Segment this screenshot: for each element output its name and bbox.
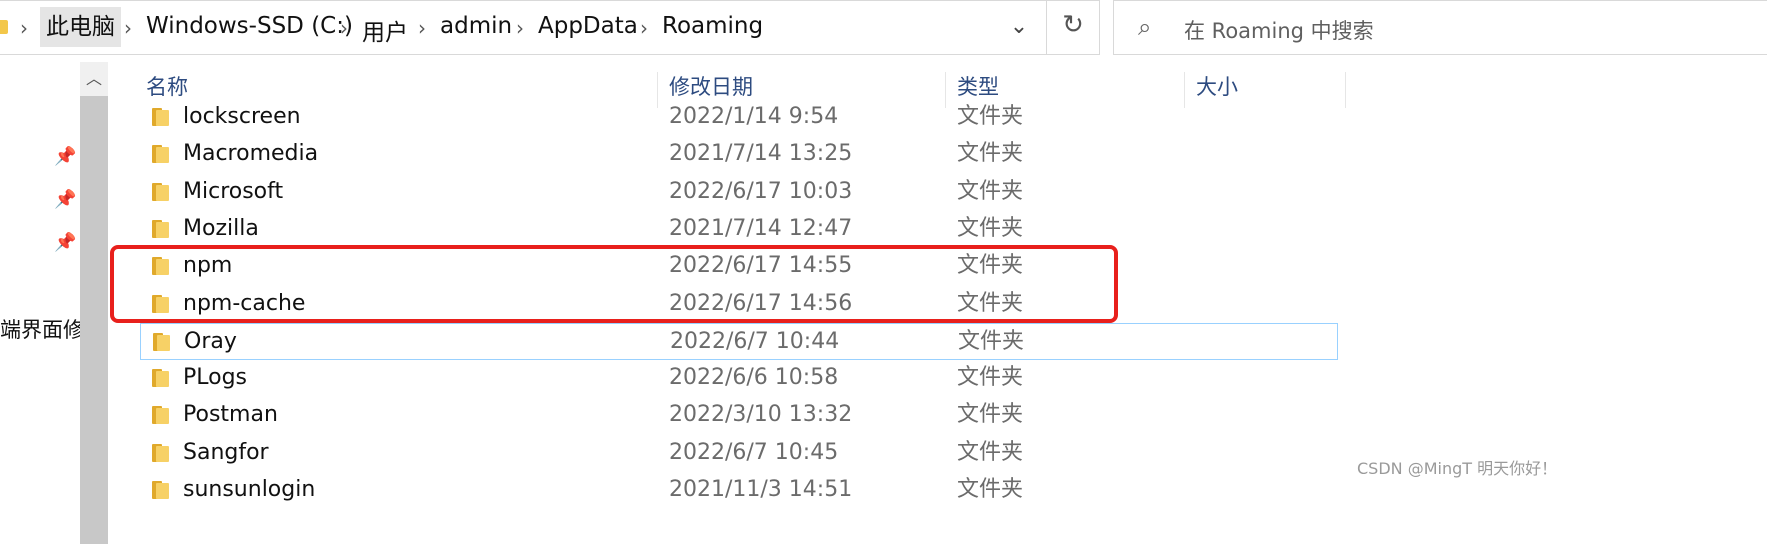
breadcrumb-separator[interactable]: › — [640, 16, 648, 40]
file-name: Sangfor — [183, 439, 269, 465]
breadcrumb-separator[interactable]: › — [20, 16, 28, 40]
refresh-icon[interactable]: ↻ — [1056, 10, 1090, 44]
file-type: 文件夹 — [957, 477, 1024, 502]
breadcrumb-drive-c[interactable]: Windows-SSD (C:) — [146, 13, 353, 39]
breadcrumb-appdata[interactable]: AppData — [538, 13, 638, 39]
breadcrumb-this-pc[interactable]: 此电脑 — [40, 7, 121, 47]
file-row[interactable]: npm-cache 2022/6/17 14:56 文件夹 — [140, 286, 1338, 323]
file-name: npm — [183, 253, 233, 279]
toolbar: › 此电脑 › Windows-SSD (C:) › 用户 › admin › … — [0, 0, 1767, 62]
breadcrumb-separator[interactable]: › — [340, 16, 348, 40]
nav-item-label[interactable]: 端界面修 — [0, 314, 80, 344]
file-name: Macromedia — [183, 141, 319, 167]
file-name: Microsoft — [183, 178, 284, 204]
folder-icon — [152, 294, 170, 313]
breadcrumb-separator[interactable]: › — [124, 16, 132, 40]
file-type: 文件夹 — [957, 290, 1024, 316]
file-type: 文件夹 — [957, 104, 1024, 129]
folder-icon — [153, 332, 171, 351]
file-row[interactable]: npm 2022/6/17 14:55 文件夹 — [140, 248, 1338, 285]
scroll-up-icon[interactable]: ︿ — [80, 62, 108, 96]
file-row[interactable]: lockscreen 2022/1/14 9:54 文件夹 — [140, 99, 1338, 136]
file-modified-date: 2022/6/17 14:56 — [669, 290, 853, 316]
pin-icon[interactable]: 📌 — [54, 189, 76, 210]
file-modified-date: 2022/6/17 10:03 — [669, 178, 853, 204]
file-modified-date: 2022/1/14 9:54 — [669, 104, 839, 129]
file-row[interactable]: Mozilla 2021/7/14 12:47 文件夹 — [140, 211, 1338, 248]
folder-icon — [152, 145, 170, 164]
breadcrumb-separator[interactable]: › — [516, 16, 524, 40]
pin-icon[interactable]: 📌 — [54, 232, 76, 253]
file-row[interactable]: Postman 2022/3/10 13:32 文件夹 — [140, 397, 1338, 434]
file-row[interactable]: Macromedia 2021/7/14 13:25 文件夹 — [140, 136, 1338, 173]
folder-icon — [0, 20, 8, 34]
scrollbar-track[interactable] — [80, 62, 108, 544]
file-modified-date: 2021/11/3 14:51 — [669, 477, 853, 502]
file-name: npm-cache — [183, 290, 306, 316]
folder-icon — [152, 108, 170, 126]
file-name: sunsunlogin — [183, 477, 316, 502]
search-box[interactable]: ⌕ 在 Roaming 中搜索 — [1113, 0, 1767, 55]
watermark: CSDN @MingT 明天你好！ — [1357, 459, 1558, 478]
address-bar[interactable]: › 此电脑 › Windows-SSD (C:) › 用户 › admin › … — [0, 0, 1100, 55]
divider — [1046, 0, 1047, 55]
folder-icon — [152, 257, 170, 276]
breadcrumb-roaming[interactable]: Roaming — [662, 13, 763, 39]
file-modified-date: 2022/6/17 14:55 — [669, 253, 853, 279]
file-modified-date: 2022/6/6 10:58 — [669, 365, 839, 391]
file-type: 文件夹 — [957, 178, 1024, 204]
file-modified-date: 2022/3/10 13:32 — [669, 402, 853, 428]
chevron-down-icon[interactable]: ⌄ — [1004, 14, 1034, 44]
file-row[interactable]: Oray 2022/6/7 10:44 文件夹 — [140, 322, 1338, 360]
breadcrumb-users[interactable]: 用户 — [362, 13, 408, 47]
folder-icon — [152, 219, 170, 238]
search-icon: ⌕ — [1138, 13, 1152, 41]
file-modified-date: 2022/6/7 10:45 — [669, 439, 839, 465]
file-row[interactable]: Microsoft 2022/6/17 10:03 文件夹 — [140, 174, 1338, 211]
folder-icon — [152, 481, 170, 499]
file-type: 文件夹 — [957, 439, 1024, 465]
file-modified-date: 2022/6/7 10:44 — [670, 328, 840, 354]
file-name: lockscreen — [183, 104, 301, 129]
file-row[interactable]: PLogs 2022/6/6 10:58 文件夹 — [140, 360, 1338, 397]
breadcrumb-admin[interactable]: admin — [440, 13, 512, 39]
file-type: 文件夹 — [957, 215, 1024, 241]
file-row[interactable]: Sangfor 2022/6/7 10:45 文件夹 — [140, 435, 1338, 472]
folder-icon — [152, 369, 170, 388]
file-name: Postman — [183, 402, 278, 428]
pin-icon[interactable]: 📌 — [54, 146, 76, 167]
search-placeholder[interactable]: 在 Roaming 中搜索 — [1184, 15, 1374, 45]
file-type: 文件夹 — [958, 328, 1025, 354]
file-name: Oray — [184, 328, 237, 354]
file-type: 文件夹 — [957, 141, 1024, 167]
folder-icon — [152, 182, 170, 201]
navigation-pane: 📌 📌 📌 端界面修 ︿ — [0, 62, 108, 544]
file-type: 文件夹 — [957, 402, 1024, 428]
breadcrumb-separator[interactable]: › — [418, 16, 426, 40]
file-type: 文件夹 — [957, 365, 1024, 391]
folder-icon — [152, 406, 170, 425]
file-name: Mozilla — [183, 215, 259, 241]
file-modified-date: 2021/7/14 12:47 — [669, 215, 853, 241]
folder-icon — [152, 443, 170, 462]
file-modified-date: 2021/7/14 13:25 — [669, 141, 853, 167]
file-name: PLogs — [183, 365, 248, 391]
file-type: 文件夹 — [957, 253, 1024, 279]
file-row[interactable]: sunsunlogin 2021/11/3 14:51 文件夹 — [140, 472, 1338, 509]
